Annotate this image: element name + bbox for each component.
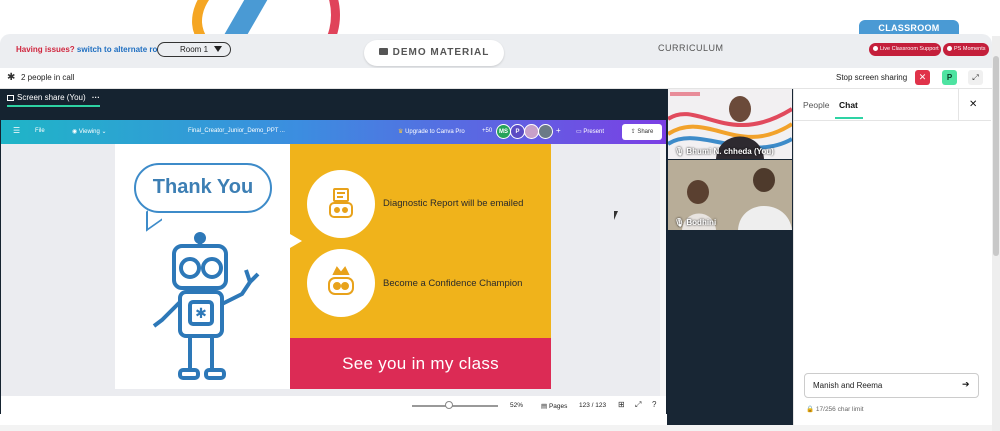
tab-people[interactable]: People [803, 100, 829, 110]
chat-message-input[interactable]: Manish and Reema [804, 373, 979, 398]
demo-material-label: DEMO MATERIAL [392, 47, 490, 58]
demo-material-button[interactable]: DEMO MATERIAL [364, 40, 504, 66]
close-chat-icon[interactable]: ✕ [969, 99, 977, 110]
live-support-button[interactable]: Live Classroom Support [869, 43, 941, 56]
pages-label: Pages [548, 403, 568, 410]
slide-item-champion: Become a Confidence Champion [383, 278, 523, 289]
robot-report-icon [329, 188, 353, 218]
avatar-photo[interactable] [524, 124, 539, 139]
avatar-count: +50 [482, 128, 493, 134]
fullscreen-expand-icon[interactable]: ⤢ [968, 70, 983, 85]
bottom-strip [0, 425, 992, 431]
thank-you-heading: Thank You [152, 176, 254, 198]
fullscreen-icon[interactable]: ⤢ [635, 400, 641, 410]
folder-icon [378, 48, 388, 55]
zoom-level[interactable]: 52% [510, 402, 523, 409]
banner-decoration [280, 0, 340, 36]
canva-file-menu[interactable]: File [35, 128, 45, 134]
pages-button[interactable]: ▤ Pages [541, 402, 567, 410]
page-scrollbar-thumb[interactable] [993, 56, 999, 256]
canva-share-button[interactable]: ⇪ Share [622, 124, 662, 140]
char-limit-label: 17/256 char limit [815, 406, 864, 413]
crown-icon: ♛ [398, 129, 404, 135]
issues-label: Having issues? [16, 45, 75, 54]
caret-down-icon [214, 46, 222, 52]
monitor-icon [7, 95, 14, 101]
tabs-separator [958, 89, 959, 120]
tab-chat[interactable]: Chat [839, 100, 858, 110]
support-icon [873, 46, 878, 51]
room-select[interactable]: Room 1 [157, 42, 231, 57]
pages-icon: ▤ [541, 403, 548, 410]
canva-upgrade-button[interactable]: ♛ Upgrade to Canva Pro [398, 128, 465, 135]
lock-icon: 🔒 [806, 406, 815, 413]
canva-document-title[interactable]: Final_Creator_Junior_Demo_PPT ... [188, 128, 285, 134]
present-icon: ▭ [576, 129, 582, 135]
top-banner [0, 0, 1000, 36]
alternate-room-link[interactable]: switch to alternate room [77, 45, 169, 54]
share-label: Share [637, 129, 654, 135]
settings-gear-icon[interactable]: ✱ [7, 73, 15, 83]
page-counter: 123 / 123 [579, 402, 607, 409]
upgrade-label: Upgrade to Canva Pro [405, 129, 465, 135]
mouse-cursor-icon [614, 211, 618, 220]
ps-moments-label: PS Moments [954, 46, 986, 52]
camera-icon [947, 46, 952, 51]
char-limit: 🔒 17/256 char limit [806, 405, 864, 413]
active-tab-indicator [835, 117, 863, 119]
grid-view-icon[interactable]: ⊞ [618, 400, 625, 409]
app-root: CLASSROOM Having issues? switch to alter… [0, 0, 1000, 431]
people-count: 2 people in call [21, 73, 75, 82]
stop-sharing-close-icon[interactable]: ✕ [915, 70, 930, 85]
present-label: Present [583, 129, 605, 135]
page-scrollbar[interactable] [992, 36, 1000, 431]
video-name-self: 🎙 Bhumi N. chheda (You) [674, 147, 774, 156]
svg-text:✱: ✱ [195, 306, 207, 322]
live-support-label: Live Classroom Support [880, 46, 939, 52]
video-name-self-label: Bhumi N. chheda (You) [686, 147, 774, 156]
more-options-icon[interactable]: ··· [92, 93, 100, 102]
video-name-student-label: Bodhini [686, 218, 717, 227]
canvas-scrollbar[interactable] [660, 144, 666, 396]
room-select-value: Room 1 [180, 45, 209, 54]
robot-crown-icon [328, 266, 354, 295]
send-arrow-icon[interactable]: ➔ [962, 379, 970, 390]
microphone-icon: 🎙 [674, 218, 685, 227]
ps-moments-button[interactable]: PS Moments [943, 43, 989, 56]
slide-notch [290, 234, 302, 248]
viewing-label: Viewing [78, 129, 100, 135]
stop-sharing-label[interactable]: Stop screen sharing [836, 73, 907, 82]
slide-item-report: Diagnostic Report will be emailed [383, 198, 524, 209]
zoom-slider-handle[interactable] [445, 401, 453, 409]
screen-share-tab[interactable]: Screen share (You) ··· [7, 93, 100, 107]
slide-footer-text: See you in my class [342, 354, 499, 373]
canva-present-button[interactable]: ▭ Present [576, 128, 604, 135]
help-icon[interactable]: ? [652, 400, 656, 409]
user-avatar-button[interactable]: P [942, 70, 957, 85]
robot-illustration-icon: ✱ [152, 232, 260, 380]
screen-share-label: Screen share (You) [17, 93, 86, 102]
avatar-photo[interactable] [538, 124, 553, 139]
share-icon: ⇪ [630, 129, 636, 135]
avatar-p[interactable]: P [510, 124, 525, 139]
microphone-icon: 🎙 [674, 147, 685, 156]
canva-viewing-menu[interactable]: ◉ Viewing ⌄ [72, 128, 107, 135]
avatar-ms[interactable]: MS [496, 124, 511, 139]
menu-hamburger-icon[interactable]: ☰ [13, 126, 20, 135]
video-name-student: 🎙 Bodhini [674, 218, 716, 227]
zoom-slider-track[interactable] [412, 405, 498, 407]
curriculum-link[interactable]: CURRICULUM [658, 43, 724, 53]
issues-notice: Having issues? switch to alternate room [16, 45, 169, 54]
add-collaborator-icon[interactable]: + [556, 126, 561, 135]
chat-divider [793, 120, 991, 121]
